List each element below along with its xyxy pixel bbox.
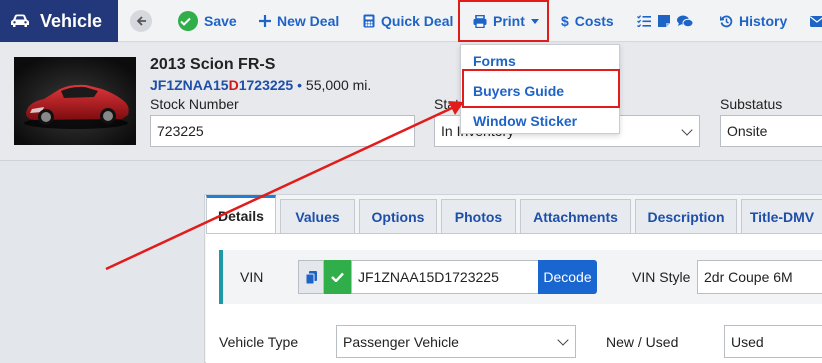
car-icon xyxy=(11,14,29,27)
envelope-icon xyxy=(810,15,822,27)
save-label: Save xyxy=(204,13,237,29)
tab-details[interactable]: Details xyxy=(206,195,276,233)
check-icon xyxy=(331,272,344,282)
costs-button[interactable]: $ Costs xyxy=(561,0,614,42)
chevron-down-icon xyxy=(681,124,693,136)
messages-button[interactable] xyxy=(677,0,699,42)
stock-number-input[interactable]: 723225 xyxy=(150,115,415,147)
costs-label: Costs xyxy=(574,13,614,29)
checklist-icon xyxy=(637,15,651,27)
print-highlight-box xyxy=(458,0,549,42)
history-icon xyxy=(720,15,733,27)
substatus-select[interactable]: Onsite xyxy=(720,115,822,147)
quick-deal-label: Quick Deal xyxy=(381,13,454,29)
new-deal-button[interactable]: New Deal xyxy=(259,0,339,42)
buyers-guide-highlight-box xyxy=(462,69,620,108)
vehicle-image xyxy=(14,57,136,145)
plus-icon xyxy=(259,15,271,27)
brand: Vehicle xyxy=(0,0,118,42)
vehicle-type-select[interactable]: Passenger Vehicle xyxy=(336,325,576,358)
vin-valid-button[interactable] xyxy=(324,260,351,294)
vehicle-title: 2013 Scion FR-S xyxy=(150,56,276,73)
decode-button[interactable]: Decode xyxy=(538,260,597,294)
tab-title-dmv[interactable]: Title-DMV xyxy=(741,199,822,233)
back-button[interactable] xyxy=(130,10,152,32)
email-button[interactable] xyxy=(810,0,822,42)
calculator-icon xyxy=(363,14,375,28)
tab-values[interactable]: Values xyxy=(280,199,355,233)
stock-number-label: Stock Number xyxy=(150,96,239,112)
vin-style-input[interactable]: 2dr Coupe 6M xyxy=(697,260,822,294)
quick-deal-button[interactable]: Quick Deal xyxy=(363,0,453,42)
top-toolbar: Vehicle Save New Deal Quick Deal Print $… xyxy=(0,0,822,42)
history-button[interactable]: History xyxy=(720,0,787,42)
vin-label: VIN xyxy=(240,269,264,285)
vin-mark: D xyxy=(228,77,239,93)
new-used-value: Used xyxy=(731,333,764,350)
new-used-label: New / Used xyxy=(606,334,679,350)
history-label: History xyxy=(739,13,788,29)
new-used-select[interactable]: Used xyxy=(724,325,822,358)
notes-button[interactable] xyxy=(658,0,676,42)
vehicle-type-label: Vehicle Type xyxy=(219,334,299,350)
menu-item-window-sticker[interactable]: Window Sticker xyxy=(473,113,577,129)
check-circle-icon xyxy=(178,11,198,31)
vin-separator: • xyxy=(297,77,303,93)
vin-prefix: JF1ZNAA15 xyxy=(150,77,229,93)
chevron-down-icon xyxy=(557,334,569,346)
brand-title: Vehicle xyxy=(40,10,103,31)
vin-suffix: 1723225 xyxy=(238,77,294,93)
vehicle-mileage: 55,000 mi. xyxy=(305,77,372,93)
menu-item-forms[interactable]: Forms xyxy=(473,53,516,69)
new-deal-label: New Deal xyxy=(277,13,340,29)
vehicle-photo[interactable] xyxy=(14,57,136,145)
substatus-label: Substatus xyxy=(720,96,783,112)
tab-attachments[interactable]: Attachments xyxy=(520,199,631,233)
copy-icon xyxy=(305,270,317,284)
substatus-value: Onsite xyxy=(727,123,768,139)
sticky-note-icon xyxy=(658,15,670,27)
copy-vin-button[interactable] xyxy=(298,260,324,294)
vehicle-type-value: Passenger Vehicle xyxy=(343,333,459,350)
tab-description[interactable]: Description xyxy=(635,199,737,233)
arrow-left-icon xyxy=(136,16,146,26)
dollar-icon: $ xyxy=(561,13,569,29)
vehicle-vin[interactable]: JF1ZNAA15D1723225 xyxy=(150,77,293,93)
tab-photos[interactable]: Photos xyxy=(441,199,516,233)
vin-input[interactable]: JF1ZNAA15D1723225 xyxy=(351,260,539,294)
vin-style-label: VIN Style xyxy=(632,269,691,285)
vin-line: JF1ZNAA15D1723225 • 55,000 mi. xyxy=(150,77,371,93)
comments-icon xyxy=(677,15,693,27)
checklist-button[interactable] xyxy=(637,0,657,42)
save-button[interactable]: Save xyxy=(178,0,237,42)
tab-options[interactable]: Options xyxy=(359,199,437,233)
